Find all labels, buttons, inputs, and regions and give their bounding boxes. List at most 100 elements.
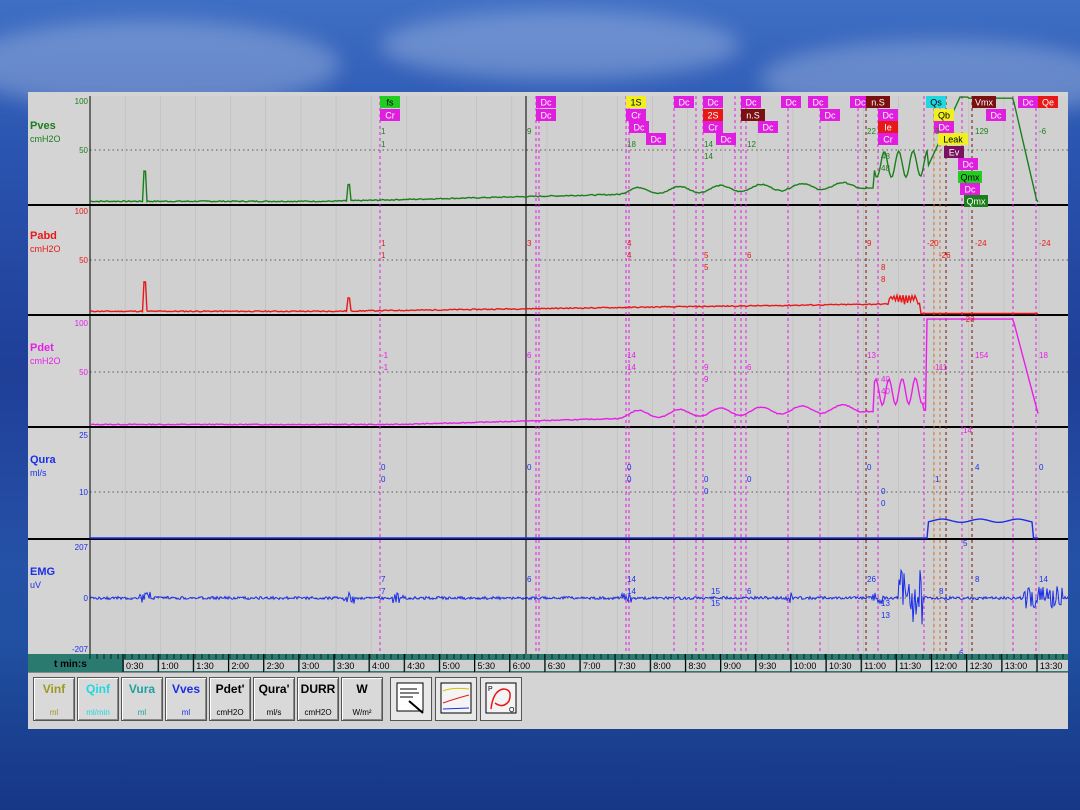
value-label-qura: 0 xyxy=(881,487,886,496)
time-tick-label: 1:30 xyxy=(196,661,214,671)
event-tag-label: Dc xyxy=(1023,98,1034,108)
channel-unit-qura: ml/s xyxy=(30,468,47,478)
time-tick-label: 5:30 xyxy=(478,661,496,671)
time-tick-label: 11:00 xyxy=(864,661,886,671)
time-tick-label: 7:30 xyxy=(618,661,636,671)
value-label-emg: 8 xyxy=(975,575,980,584)
channel-name-pabd: Pabd xyxy=(30,230,57,242)
toolbar-button-unit: cmH2O xyxy=(304,708,332,717)
value-label-emg: 13 xyxy=(881,611,890,620)
event-tag-label: Dc xyxy=(541,111,552,121)
value-label-pabd: 8 xyxy=(881,275,886,284)
toolbar-button-unit: W/m² xyxy=(352,708,372,717)
time-axis-label: t min:s xyxy=(54,659,87,670)
toolbar-button-qura[interactable]: Qura' ml/s xyxy=(253,677,295,721)
toolbar-button-qinf[interactable]: Qinf ml/min xyxy=(77,677,119,721)
value-label-pves: 18 xyxy=(627,140,636,149)
time-tick-label: 2:30 xyxy=(267,661,285,671)
value-label-qura: 0 xyxy=(881,499,886,508)
time-tick-label: 13:00 xyxy=(1005,661,1028,671)
time-tick-label: 12:30 xyxy=(970,661,993,671)
toolbar-button-label: Vves xyxy=(171,682,201,696)
value-label-pves: 1 xyxy=(381,140,386,149)
value-label-pves: 129 xyxy=(975,127,989,136)
value-label-pabd: -20 xyxy=(927,239,939,248)
time-tick-label: 10:30 xyxy=(829,661,852,671)
channel-scale-mid: 50 xyxy=(79,368,88,377)
time-tick-label: 5:00 xyxy=(442,661,460,671)
event-tag-label: Qe xyxy=(1042,98,1054,108)
toolbar-button-label: Qura' xyxy=(258,682,290,696)
value-label-qura: 1 xyxy=(935,475,940,484)
value-label-pdet: 13 xyxy=(867,351,876,360)
event-tag-label: Cr xyxy=(708,123,718,133)
value-label-pdet: 111 xyxy=(935,363,948,372)
value-label-emg: 14 xyxy=(1039,575,1048,584)
event-tag-label: Dc xyxy=(825,111,836,121)
value-label-qura: 0 xyxy=(704,475,709,484)
value-label-emg: 15 xyxy=(711,599,720,608)
pressure-flow-plot-icon[interactable]: PQ xyxy=(480,677,522,721)
toolbar-button-vura[interactable]: Vura ml xyxy=(121,677,163,721)
channel-unit-pabd: cmH2O xyxy=(30,244,61,254)
toolbar-button-durr[interactable]: DURR cmH2O xyxy=(297,677,339,721)
toolbar-button-w[interactable]: W W/m² xyxy=(341,677,383,721)
value-label-pabd: -24 xyxy=(975,239,987,248)
channel-unit-pves: cmH2O xyxy=(30,134,61,144)
time-tick-label: 12:00 xyxy=(934,661,957,671)
value-label-pdet: 40 xyxy=(881,375,890,384)
event-tag-label: n.S xyxy=(746,111,760,121)
value-label-pdet: 9 xyxy=(704,375,709,384)
value-label-pabd: 9 xyxy=(867,239,872,248)
value-label-emg: 8 xyxy=(939,587,944,596)
value-label-emg: 13 xyxy=(881,599,890,608)
time-tick-label: 4:00 xyxy=(372,661,390,671)
channel-scale-bottom: -207 xyxy=(72,645,89,654)
event-tag-label: Dc xyxy=(786,98,797,108)
time-tick-label: 2:00 xyxy=(231,661,249,671)
value-label-pabd: 1 xyxy=(381,251,386,260)
event-tag-label: Dc xyxy=(541,98,552,108)
time-tick-label: 7:00 xyxy=(583,661,601,671)
value-label-pabd: 5 xyxy=(704,263,709,272)
event-tag-label: Dc xyxy=(813,98,824,108)
toolbar-button-unit: cmH2O xyxy=(216,708,244,717)
value-label-pabd: 5 xyxy=(704,251,709,260)
notes-icon[interactable] xyxy=(390,677,432,721)
event-tag-label: Ie xyxy=(884,123,892,133)
time-tick-label: 1:00 xyxy=(161,661,179,671)
toolbar-button-pdet[interactable]: Pdet' cmH2O xyxy=(209,677,251,721)
event-tag-label: Cr xyxy=(385,111,395,121)
event-tag-label: Dc xyxy=(883,111,894,121)
value-label-pves: 22 xyxy=(867,127,876,136)
time-tick-label: 8:30 xyxy=(688,661,706,671)
urodynamics-chart: PvescmH2O10050PabdcmH2O10050PdetcmH2O100… xyxy=(28,92,1068,672)
value-label-qura: 0 xyxy=(867,463,872,472)
value-label-pdet: 18 xyxy=(1039,351,1048,360)
time-tick-label: 0:30 xyxy=(126,661,144,671)
value-label-pabd: 3 xyxy=(527,239,532,248)
toolbar-button-vinf[interactable]: Vinf ml xyxy=(33,677,75,721)
value-label-pves: 12 xyxy=(747,140,756,149)
value-label-pdet: -1 xyxy=(381,363,389,372)
value-label-qura: 0 xyxy=(1039,463,1044,472)
time-tick-label: 13:30 xyxy=(1040,661,1063,671)
channel-name-emg: EMG xyxy=(30,566,55,578)
value-label-pves: -6 xyxy=(1039,127,1047,136)
value-label-emg: 6 xyxy=(747,587,752,596)
value-label-emg: 14 xyxy=(627,575,636,584)
event-tag-label: Leak xyxy=(943,135,963,145)
plot-area xyxy=(90,96,1068,654)
event-tag-label: Dc xyxy=(763,123,774,133)
event-tag-label: Dc xyxy=(991,111,1002,121)
time-tick-label: 8:00 xyxy=(653,661,671,671)
toolbar-button-label: Pdet' xyxy=(215,682,245,696)
toolbar-button-vves[interactable]: Vves ml xyxy=(165,677,207,721)
value-label-pdet: 14 xyxy=(627,363,636,372)
toolbar-button-label: W xyxy=(356,682,368,696)
toolbar-button-unit: ml/min xyxy=(86,708,110,717)
value-label-pabd: -24 xyxy=(1039,239,1051,248)
channel-name-pdet: Pdet xyxy=(30,342,54,354)
event-tag-label: Cr xyxy=(631,111,641,121)
chart-overview-icon[interactable] xyxy=(435,677,477,721)
